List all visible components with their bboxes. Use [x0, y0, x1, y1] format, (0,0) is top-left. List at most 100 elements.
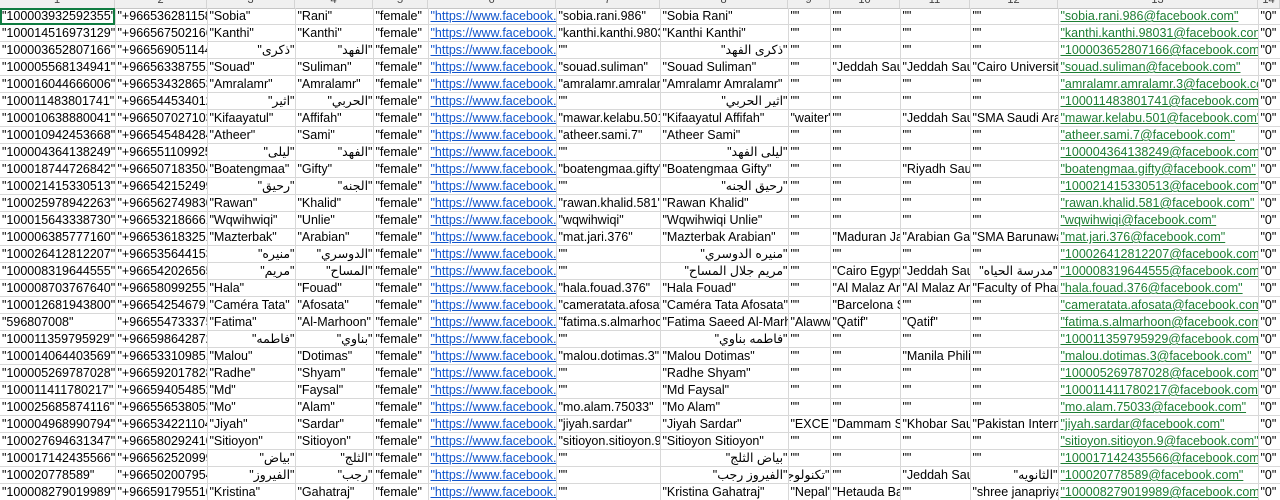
table-cell[interactable]: "hala.fouad.376" [556, 279, 661, 297]
table-cell[interactable]: "0" [1258, 8, 1280, 25]
table-cell[interactable]: "Sardar" [295, 415, 374, 433]
column-header[interactable]: 8 [660, 0, 788, 8]
table-cell[interactable]: "0" [1258, 381, 1280, 399]
table-cell[interactable]: "" [900, 126, 971, 144]
table-cell[interactable]: "" [788, 245, 831, 263]
table-cell[interactable]: "+966536183251" [115, 228, 208, 246]
table-cell[interactable]: "Jeddah Sauc [900, 109, 971, 127]
table-cell[interactable]: "" [900, 177, 971, 195]
table-cell[interactable]: "https://www.facebook.c [428, 24, 557, 42]
table-cell[interactable]: "" [788, 160, 831, 178]
table-cell[interactable]: "Nepal" [788, 483, 831, 500]
table-cell[interactable]: "بياض الثلج" [660, 449, 789, 467]
table-cell[interactable]: "الثلج" [295, 449, 374, 467]
table-cell[interactable]: "0" [1258, 58, 1280, 76]
table-cell[interactable]: "Hetauda Ba [830, 483, 901, 500]
table-cell[interactable]: "100026412812207" [0, 245, 116, 263]
table-cell[interactable]: "0" [1258, 398, 1280, 416]
table-cell[interactable]: "" [970, 330, 1059, 348]
table-cell[interactable]: "100011359795929" [0, 330, 116, 348]
table-cell[interactable]: "0" [1258, 194, 1280, 212]
table-cell[interactable]: "" [900, 245, 971, 263]
table-cell[interactable]: "100004968990794" [0, 415, 116, 433]
table-cell[interactable]: "0" [1258, 245, 1280, 263]
table-cell[interactable]: "Malou" [207, 347, 296, 365]
table-cell[interactable]: "0" [1258, 347, 1280, 365]
table-cell[interactable]: "0" [1258, 143, 1280, 161]
table-cell[interactable]: "Rawan Khalid" [660, 194, 789, 212]
table-cell[interactable]: "+966562520999" [115, 449, 208, 467]
table-cell[interactable]: "Manila Philip [900, 347, 971, 365]
table-cell[interactable]: "100006385777160" [0, 228, 116, 246]
table-cell[interactable]: "100004364138249@facebook.com" [1058, 143, 1259, 161]
table-cell[interactable]: "+966544534012" [115, 92, 208, 110]
table-cell[interactable]: "" [900, 75, 971, 93]
table-cell[interactable]: "https://www.facebook.c [428, 75, 557, 93]
table-cell[interactable]: "" [830, 347, 901, 365]
table-cell[interactable]: "Amralamr Amralamr" [660, 75, 789, 93]
table-cell[interactable]: "Gahatraj" [295, 483, 374, 500]
table-cell[interactable]: "100004364138249" [0, 143, 116, 161]
table-cell[interactable]: "الدوسري" [295, 245, 374, 263]
table-cell[interactable]: "" [830, 177, 901, 195]
table-cell[interactable]: "" [970, 364, 1059, 382]
table-cell[interactable]: "+966551109925" [115, 143, 208, 161]
table-cell[interactable]: "منيره" [207, 245, 296, 263]
table-cell[interactable]: "female" [373, 211, 429, 229]
table-cell[interactable]: "0" [1258, 296, 1280, 314]
table-cell[interactable]: "Khalid" [295, 194, 374, 212]
table-cell[interactable]: "" [788, 211, 831, 229]
table-cell[interactable]: "0" [1258, 75, 1280, 93]
column-header[interactable]: 3 [207, 0, 295, 8]
table-cell[interactable]: "" [900, 41, 971, 59]
table-cell[interactable]: "Kanthi" [295, 24, 374, 42]
table-cell[interactable]: "Sitioyon" [207, 432, 296, 450]
table-cell[interactable]: "hala.fouad.376@facebook.com" [1058, 279, 1259, 297]
table-cell[interactable]: "مريم جلال المساح" [660, 262, 789, 280]
table-cell[interactable]: "0" [1258, 41, 1280, 59]
table-cell[interactable]: "mo.alam.75033" [556, 398, 661, 416]
table-cell[interactable]: "+966507027103" [115, 109, 208, 127]
table-cell[interactable]: "" [788, 75, 831, 93]
table-cell[interactable]: "sitioyon.sitioyon.9" [556, 432, 661, 450]
table-cell[interactable]: "100017142435566@facebook.com" [1058, 449, 1259, 467]
table-cell[interactable]: "0" [1258, 211, 1280, 229]
table-cell[interactable]: "فاطمه بناوي" [660, 330, 789, 348]
table-cell[interactable]: "" [970, 449, 1059, 467]
table-cell[interactable]: "" [788, 398, 831, 416]
table-cell[interactable]: "Pakistan Interna [970, 415, 1059, 433]
table-cell[interactable]: "https://www.facebook.c [428, 160, 557, 178]
table-cell[interactable]: "الفيروز" [207, 466, 296, 484]
table-cell[interactable]: "" [900, 449, 971, 467]
table-cell[interactable]: "" [900, 92, 971, 110]
table-cell[interactable]: "" [900, 330, 971, 348]
table-cell[interactable]: "https://www.facebook.c [428, 483, 557, 500]
table-cell[interactable]: "https://www.facebook.c [428, 398, 557, 416]
table-cell[interactable]: "بياض" [207, 449, 296, 467]
table-cell[interactable]: "https://www.facebook.c [428, 41, 557, 59]
table-cell[interactable]: "100014064403569" [0, 347, 116, 365]
table-cell[interactable]: "amralamr.amralamr.3@facebook.com [1058, 75, 1259, 93]
table-cell[interactable]: "100008279019989@facebook.com" [1058, 483, 1259, 500]
table-cell[interactable]: "Caméra Tata Afosata" [660, 296, 789, 314]
table-cell[interactable]: "100011483801741" [0, 92, 116, 110]
table-cell[interactable]: "+966536281158" [115, 8, 208, 25]
table-cell[interactable]: "amralamr.amralamr. [556, 75, 661, 93]
table-cell[interactable]: "Dotimas" [295, 347, 374, 365]
table-cell[interactable]: "Khobar Sauc [900, 415, 971, 433]
table-cell[interactable]: "cameratata.afosata [556, 296, 661, 314]
table-cell[interactable]: "female" [373, 8, 429, 25]
table-cell[interactable]: "" [788, 449, 831, 467]
table-cell[interactable]: "100010942453668" [0, 126, 116, 144]
table-cell[interactable]: "kanthi.kanthi.98031@facebook.com" [1058, 24, 1259, 42]
table-cell[interactable]: "0" [1258, 313, 1280, 331]
table-cell[interactable]: "https://www.facebook.c [428, 449, 557, 467]
table-cell[interactable]: "female" [373, 296, 429, 314]
table-cell[interactable]: "" [556, 381, 661, 399]
table-cell[interactable]: "" [788, 432, 831, 450]
table-cell[interactable]: "" [900, 381, 971, 399]
table-cell[interactable]: "" [830, 24, 901, 42]
table-cell[interactable]: "sobia.rani.986" [556, 8, 661, 25]
column-header[interactable]: 14 [1258, 0, 1280, 8]
table-cell[interactable]: "Md Faysal" [660, 381, 789, 399]
